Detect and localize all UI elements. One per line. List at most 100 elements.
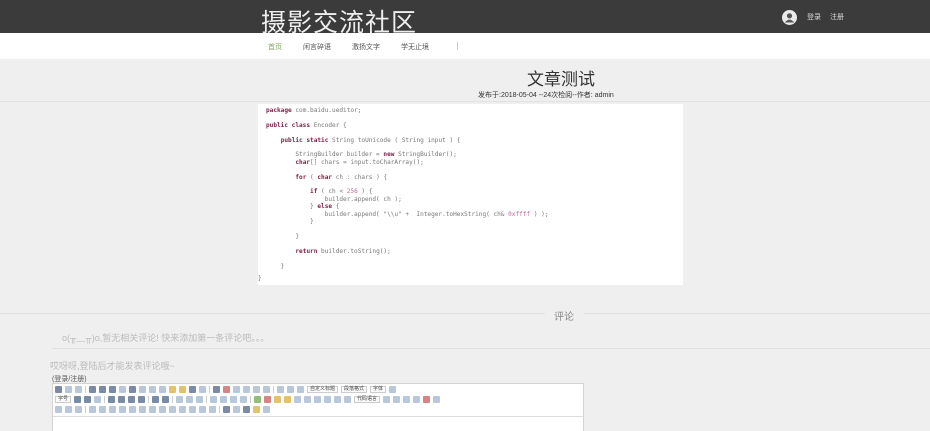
subscript-icon[interactable] [149,385,156,393]
split-cols-icon[interactable] [209,405,216,413]
emotion-icon[interactable] [274,395,282,403]
paragraph-format-select[interactable]: 段落格式 [341,385,368,393]
format-brush-icon[interactable] [169,385,176,393]
help-icon[interactable] [263,405,270,413]
background-icon[interactable] [403,395,411,403]
code-language-select[interactable]: 代码语言 [354,395,381,403]
fullscreen-icon[interactable] [389,385,397,393]
delete-col-icon[interactable] [149,405,156,413]
template-icon[interactable] [393,395,401,403]
delete-table-icon[interactable] [99,405,106,413]
insert-row-icon[interactable] [119,405,126,413]
clear-doc-icon[interactable] [263,385,270,393]
font-color-icon[interactable] [213,385,220,393]
print-icon[interactable] [223,405,230,413]
custom-title-select[interactable]: 自定义标题 [307,385,339,393]
main-nav: 首页 闲言碎语 激扬文字 学无止境 [0,33,930,59]
font-size-select[interactable]: 字号 [55,395,72,403]
scrawl-icon[interactable] [284,395,292,403]
preview-icon[interactable] [233,405,240,413]
align-left-icon[interactable] [108,395,116,403]
autotypeset-icon[interactable] [159,385,166,393]
time-icon[interactable] [433,395,441,403]
eraser-icon[interactable] [179,385,186,393]
merge-down-icon[interactable] [179,405,186,413]
special-chars-icon[interactable] [55,405,62,413]
unlink-icon[interactable] [186,395,194,403]
code-token: ) { [357,188,373,196]
split-rows-icon[interactable] [199,405,206,413]
image-float-right-icon[interactable] [230,395,238,403]
tolowercase-icon[interactable] [162,395,170,403]
insert-col-icon[interactable] [139,405,146,413]
page-break-icon[interactable] [383,395,391,403]
search-replace-icon[interactable] [75,405,82,413]
align-right-icon[interactable] [128,395,136,403]
image-center-icon[interactable] [240,395,248,403]
redo-icon[interactable] [75,385,82,393]
anchor-icon[interactable] [196,395,204,403]
search-icon[interactable] [243,405,250,413]
date-icon[interactable] [423,395,431,403]
direction-rtl-icon[interactable] [84,395,92,403]
indent-icon[interactable] [94,395,102,403]
register-link[interactable]: 注册 [830,12,844,22]
unordered-list-icon[interactable] [243,385,250,393]
image-float-none-icon[interactable] [210,395,218,403]
nav-item[interactable]: 闲言碎语 [303,42,331,52]
font-family-select[interactable]: 字体 [370,385,387,393]
editor-text-area[interactable] [53,416,583,431]
source-icon[interactable] [55,385,62,393]
superscript-icon[interactable] [139,385,146,393]
paste-plain-icon[interactable] [199,385,206,393]
underline-icon[interactable] [109,385,116,393]
row-spacing-top-icon[interactable] [277,385,284,393]
bold-icon[interactable] [89,385,96,393]
line-height-icon[interactable] [297,385,304,393]
direction-ltr-icon[interactable] [74,395,82,403]
merge-right-icon[interactable] [169,405,176,413]
nav-item[interactable]: 首页 [268,42,282,52]
strikethrough-icon[interactable] [129,385,136,393]
delete-row-icon[interactable] [129,405,136,413]
gmap-icon[interactable] [334,395,342,403]
comment-editor[interactable]: 自定义标题 段落格式 字体 字号 代码语言 [52,383,584,431]
toolbar-separator [85,405,86,413]
undo-icon[interactable] [65,385,72,393]
insert-video-icon[interactable] [294,395,302,403]
user-avatar-icon[interactable] [782,9,797,25]
ordered-list-icon[interactable] [233,385,240,393]
italic-icon[interactable] [99,385,106,393]
toolbar-separator [172,395,174,403]
simple-upload-icon[interactable] [254,395,262,403]
divider [52,348,930,349]
align-justify-icon[interactable] [138,395,146,403]
blockquote-icon[interactable] [189,385,196,393]
drafts-icon[interactable] [253,405,260,413]
merge-cells-icon[interactable] [159,405,166,413]
image-float-left-icon[interactable] [220,395,228,403]
insert-frame-icon[interactable] [344,395,352,403]
link-icon[interactable] [176,395,184,403]
highlight-color-icon[interactable] [223,385,230,393]
login-link[interactable]: 登录 [807,12,821,22]
word-image-icon[interactable] [65,405,72,413]
toolbar-separator [250,395,252,403]
insert-paragraph-before-table-icon[interactable] [109,405,116,413]
code-token: StringBuilder builder = [266,151,384,159]
attachment-icon[interactable] [314,395,322,403]
map-icon[interactable] [324,395,332,403]
row-spacing-bottom-icon[interactable] [287,385,294,393]
nav-item[interactable]: 激扬文字 [352,42,380,52]
horizontal-rule-icon[interactable] [413,395,421,403]
insert-image-icon[interactable] [264,395,272,403]
split-cells-icon[interactable] [189,405,196,413]
align-center-icon[interactable] [118,395,126,403]
select-all-icon[interactable] [253,385,260,393]
music-icon[interactable] [304,395,312,403]
border-icon[interactable] [119,385,126,393]
article-title: 文章测试 [527,70,595,90]
touppercase-icon[interactable] [152,395,160,403]
nav-item[interactable]: 学无止境 [401,42,429,52]
insert-table-icon[interactable] [89,405,96,413]
